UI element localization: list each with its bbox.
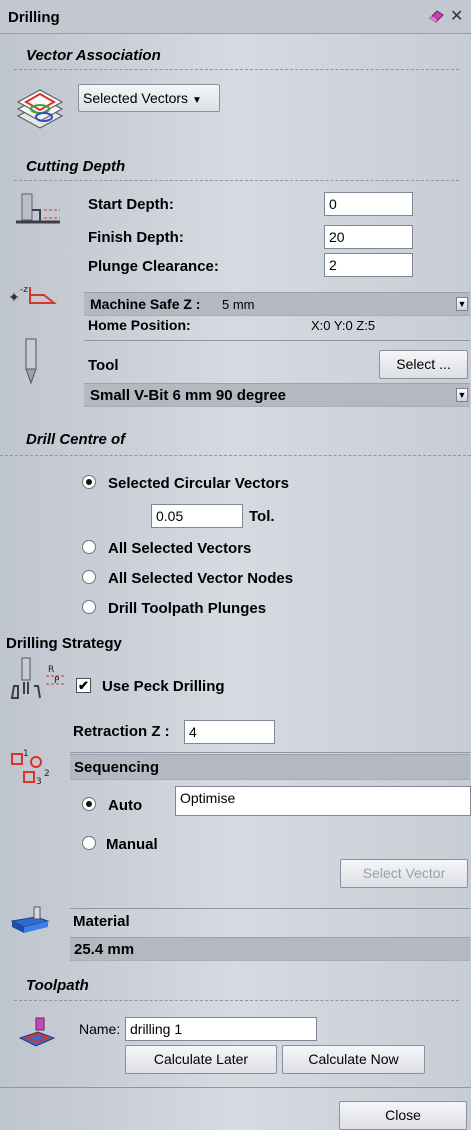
select-tool-button[interactable]: Select ... [379,350,468,379]
panel-title: Drilling [8,9,60,26]
peck-drilling-label: Use Peck Drilling [102,678,225,695]
divider [14,1000,459,1001]
manual-label: Manual [106,836,158,853]
svg-text:2: 2 [44,769,50,779]
chevron-down-icon: ▼ [191,95,202,106]
tool-label: Tool [88,357,119,374]
radio-all-selected-vectors[interactable] [82,540,96,554]
layers-icon [14,82,66,137]
material-icon [10,905,50,938]
calculate-later-button[interactable]: Calculate Later [125,1045,277,1074]
material-thickness: 25.4 mm [74,941,135,958]
radio-all-selected-nodes[interactable] [82,570,96,584]
vector-association-header: Vector Association [26,47,161,64]
divider [0,455,471,456]
calculate-now-button[interactable]: Calculate Now [282,1045,425,1074]
svg-text:-z: -z [20,285,28,295]
option-label: Drill Toolpath Plunges [108,600,267,617]
tolerance-label: Tol. [249,508,275,525]
radio-selected-circular[interactable] [82,475,96,489]
tool-name-bar[interactable]: Small V-Bit 6 mm 90 degree ▼ [84,383,470,407]
depth-icon [14,192,62,229]
option-label: All Selected Vectors [108,540,252,557]
divider [70,908,470,909]
tool-bit-icon [22,337,42,390]
option-label: Selected Circular Vectors [108,475,289,492]
svg-text:1: 1 [23,749,29,759]
machine-safe-z-value: 5 mm [222,297,255,312]
home-position-label: Home Position: [88,317,191,333]
finish-depth-label: Finish Depth: [88,229,184,246]
select-vector-button[interactable]: Select Vector [340,859,468,888]
cutting-depth-header: Cutting Depth [26,158,126,175]
divider [70,752,470,753]
tolerance-input[interactable]: 0.05 [151,504,243,528]
toolpath-icon [18,1016,56,1053]
start-depth-input[interactable]: 0 [324,192,413,216]
svg-text:P: P [54,676,60,686]
home-position-value: X:0 Y:0 Z:5 [311,318,376,333]
toolpath-header: Toolpath [26,977,89,994]
divider [84,340,470,341]
eraser-icon[interactable] [428,8,446,27]
drilling-strategy-header: Drilling Strategy [6,635,122,652]
close-icon[interactable]: ✕ [450,6,463,26]
auto-method-field[interactable]: Optimise [175,786,471,816]
divider [0,1087,471,1088]
sequence-icon: 1 3 2 [10,748,60,791]
tool-name: Small V-Bit 6 mm 90 degree [90,387,286,404]
svg-text:3: 3 [36,777,42,787]
radio-sequencing-auto[interactable] [82,797,96,811]
plunge-clearance-label: Plunge Clearance: [88,258,219,275]
name-label: Name: [79,1021,121,1037]
material-label: Material [73,913,130,930]
option-label: All Selected Vector Nodes [108,570,294,587]
drilling-panel: Drilling ✕ Vector Association Selected V… [0,0,471,1130]
sequencing-bar: Sequencing [70,754,470,780]
safe-z-icon: -z [8,283,58,310]
machine-safe-z-label: Machine Safe Z : [90,296,201,312]
radio-sequencing-manual[interactable] [82,836,96,850]
sequencing-label: Sequencing [74,759,160,776]
dropdown-arrow-icon[interactable]: ▼ [456,297,468,311]
dropdown-value: Selected Vectors [83,90,189,106]
vector-selection-dropdown[interactable]: Selected Vectors ▼ [78,84,220,112]
auto-label: Auto [108,797,143,814]
retraction-z-input[interactable]: 4 [184,720,275,744]
machine-safe-z-bar[interactable]: Machine Safe Z : 5 mm ▼ [84,292,470,316]
drill-centre-header: Drill Centre of [26,431,126,448]
finish-depth-input[interactable]: 20 [324,225,413,249]
peck-drilling-checkbox[interactable]: ✔ [76,678,91,693]
svg-text:R: R [48,665,54,675]
plunge-clearance-input[interactable]: 2 [324,253,413,277]
retraction-z-label: Retraction Z : [73,723,170,740]
title-bar: Drilling ✕ [0,0,471,34]
toolpath-name-input[interactable]: drilling 1 [125,1017,317,1041]
material-bar: 25.4 mm [70,937,470,961]
peck-drill-icon: R P [10,656,72,703]
radio-toolpath-plunges[interactable] [82,600,96,614]
close-button[interactable]: Close [339,1101,467,1130]
dropdown-arrow-icon[interactable]: ▼ [456,388,468,402]
divider [14,69,459,70]
start-depth-label: Start Depth: [88,196,174,213]
divider [14,180,459,181]
